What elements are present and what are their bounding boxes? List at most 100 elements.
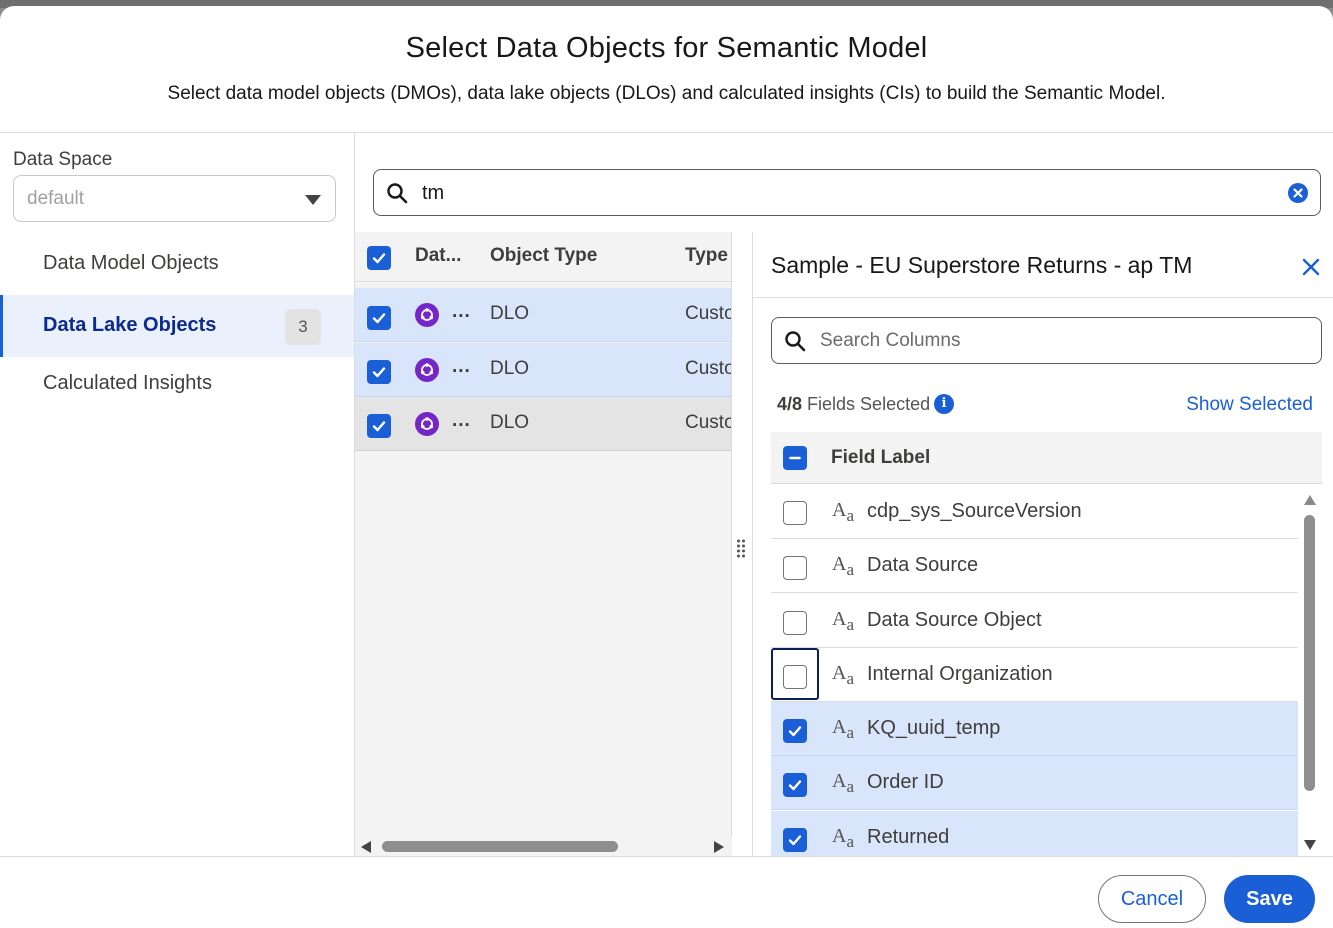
field-checkbox[interactable] (783, 828, 807, 852)
field-label: Internal Organization (867, 663, 1053, 685)
search-columns-placeholder: Search Columns (820, 330, 961, 351)
scroll-right-icon[interactable] (714, 841, 724, 853)
scroll-up-icon[interactable] (1304, 495, 1316, 505)
type-cell: Custo (685, 412, 732, 433)
resize-grip-icon[interactable] (736, 538, 746, 558)
search-value: tm (422, 182, 445, 204)
scroll-down-icon[interactable] (1304, 840, 1316, 850)
sidebar-item-label: Data Model Objects (43, 252, 219, 274)
search-icon (784, 330, 806, 357)
select-all-fields-checkbox[interactable] (783, 446, 807, 470)
field-row[interactable]: Aa Returned (771, 811, 1298, 856)
data-lake-object-icon (415, 358, 439, 382)
table-header: Dat... Object Type Type (355, 232, 731, 282)
object-type-cell: DLO (490, 358, 530, 379)
field-row[interactable]: Aa cdp_sys_SourceVersion (771, 485, 1298, 539)
sidebar-item-data-lake-objects[interactable]: Data Lake Objects 3 (0, 295, 354, 357)
field-label: Data Source Object (867, 609, 1042, 631)
field-checkbox[interactable] (783, 719, 807, 743)
field-row[interactable]: Aa Data Source (771, 539, 1298, 593)
text-type-icon: Aa (832, 716, 854, 742)
field-row[interactable]: Aa Data Source Object (771, 594, 1298, 648)
sidebar-item-label: Calculated Insights (43, 372, 212, 394)
info-icon[interactable]: i (934, 394, 954, 414)
scrollbar-thumb[interactable] (382, 841, 618, 852)
table-row[interactable]: ... DLO Custo (355, 288, 732, 342)
data-space-value: default (27, 188, 85, 209)
data-space-label: Data Space (13, 149, 113, 170)
row-checkbox[interactable] (367, 414, 391, 438)
sidebar-item-label: Data Lake Objects (43, 314, 217, 336)
object-name: ... (452, 410, 471, 431)
fields-selected-count: 4/8 Fields Selected (777, 394, 930, 415)
field-checkbox[interactable] (783, 665, 807, 689)
text-type-icon: Aa (832, 553, 854, 579)
field-row[interactable]: Aa Internal Organization (771, 648, 1298, 702)
object-name: ... (452, 356, 471, 377)
show-selected-link[interactable]: Show Selected (1186, 394, 1313, 416)
panel-header: Sample - EU Superstore Returns - ap TM (753, 232, 1333, 298)
field-checkbox[interactable] (783, 556, 807, 580)
field-label: cdp_sys_SourceVersion (867, 500, 1082, 522)
object-type-cell: DLO (490, 412, 530, 433)
field-label: Returned (867, 826, 950, 848)
save-button[interactable]: Save (1224, 875, 1315, 923)
column-header-name[interactable]: Dat... (415, 245, 461, 267)
sidebar-item-data-model-objects[interactable]: Data Model Objects (0, 233, 354, 295)
fields-selected-text: Fields Selected (802, 394, 931, 414)
object-name: ... (452, 301, 471, 322)
field-checkbox[interactable] (783, 501, 807, 525)
field-checkbox[interactable] (783, 611, 807, 635)
data-space-select[interactable]: default (13, 175, 336, 222)
fields-selected-number: 4/8 (777, 394, 803, 414)
close-icon[interactable] (1302, 258, 1320, 281)
modal-subtitle: Select data model objects (DMOs), data l… (167, 83, 1166, 104)
data-lake-object-icon (415, 412, 439, 436)
text-type-icon: Aa (832, 608, 854, 634)
modal-header: Select Data Objects for Semantic Model S… (0, 6, 1333, 133)
select-all-checkbox[interactable] (367, 246, 391, 270)
fields-table-header: Field Label (771, 432, 1322, 484)
scroll-left-icon[interactable] (361, 841, 371, 853)
text-type-icon: Aa (832, 662, 854, 688)
field-row[interactable]: Aa Order ID (771, 756, 1298, 810)
scrollbar-thumb[interactable] (1304, 515, 1315, 791)
sidebar-item-calculated-insights[interactable]: Calculated Insights (0, 353, 354, 415)
column-header-object-type[interactable]: Object Type (490, 245, 597, 267)
count-badge: 3 (285, 309, 321, 345)
sidebar: Data Space default Data Model Objects Da… (0, 133, 355, 856)
type-cell: Custo (685, 303, 732, 324)
vertical-scrollbar[interactable] (1298, 485, 1322, 856)
table-row[interactable]: ... DLO Custo (355, 343, 732, 397)
field-checkbox[interactable] (783, 773, 807, 797)
object-detail-panel: Sample - EU Superstore Returns - ap TM S… (752, 232, 1333, 856)
object-type-cell: DLO (490, 303, 530, 324)
row-checkbox[interactable] (367, 360, 391, 384)
text-type-icon: Aa (832, 499, 854, 525)
caret-down-icon (305, 195, 321, 205)
objects-table: Dat... Object Type Type ... DLO Custo ..… (355, 232, 732, 856)
horizontal-scrollbar[interactable] (355, 836, 732, 856)
text-type-icon: Aa (832, 825, 854, 851)
table-row[interactable]: ... DLO Custo (355, 397, 732, 451)
row-checkbox[interactable] (367, 306, 391, 330)
column-header-type[interactable]: Type (685, 245, 728, 267)
text-type-icon: Aa (832, 770, 854, 796)
field-label: Order ID (867, 771, 944, 793)
fields-list: Aa cdp_sys_SourceVersion Aa Data Source … (771, 485, 1298, 856)
modal-footer: Cancel Save (0, 856, 1333, 928)
search-icon (386, 182, 408, 209)
field-row[interactable]: Aa KQ_uuid_temp (771, 702, 1298, 756)
object-search-input[interactable]: tm (373, 169, 1321, 216)
column-header-field-label[interactable]: Field Label (831, 447, 930, 469)
select-data-objects-modal: Select Data Objects for Semantic Model S… (0, 6, 1333, 928)
type-cell: Custo (685, 358, 732, 379)
cancel-button[interactable]: Cancel (1098, 875, 1206, 923)
data-lake-object-icon (415, 303, 439, 327)
panel-title: Sample - EU Superstore Returns - ap TM (771, 252, 1193, 278)
field-label: Data Source (867, 554, 979, 576)
field-label: KQ_uuid_temp (867, 717, 1001, 739)
clear-search-icon[interactable] (1288, 183, 1308, 203)
search-columns-input[interactable]: Search Columns (771, 317, 1322, 364)
modal-title: Select Data Objects for Semantic Model (405, 32, 928, 64)
